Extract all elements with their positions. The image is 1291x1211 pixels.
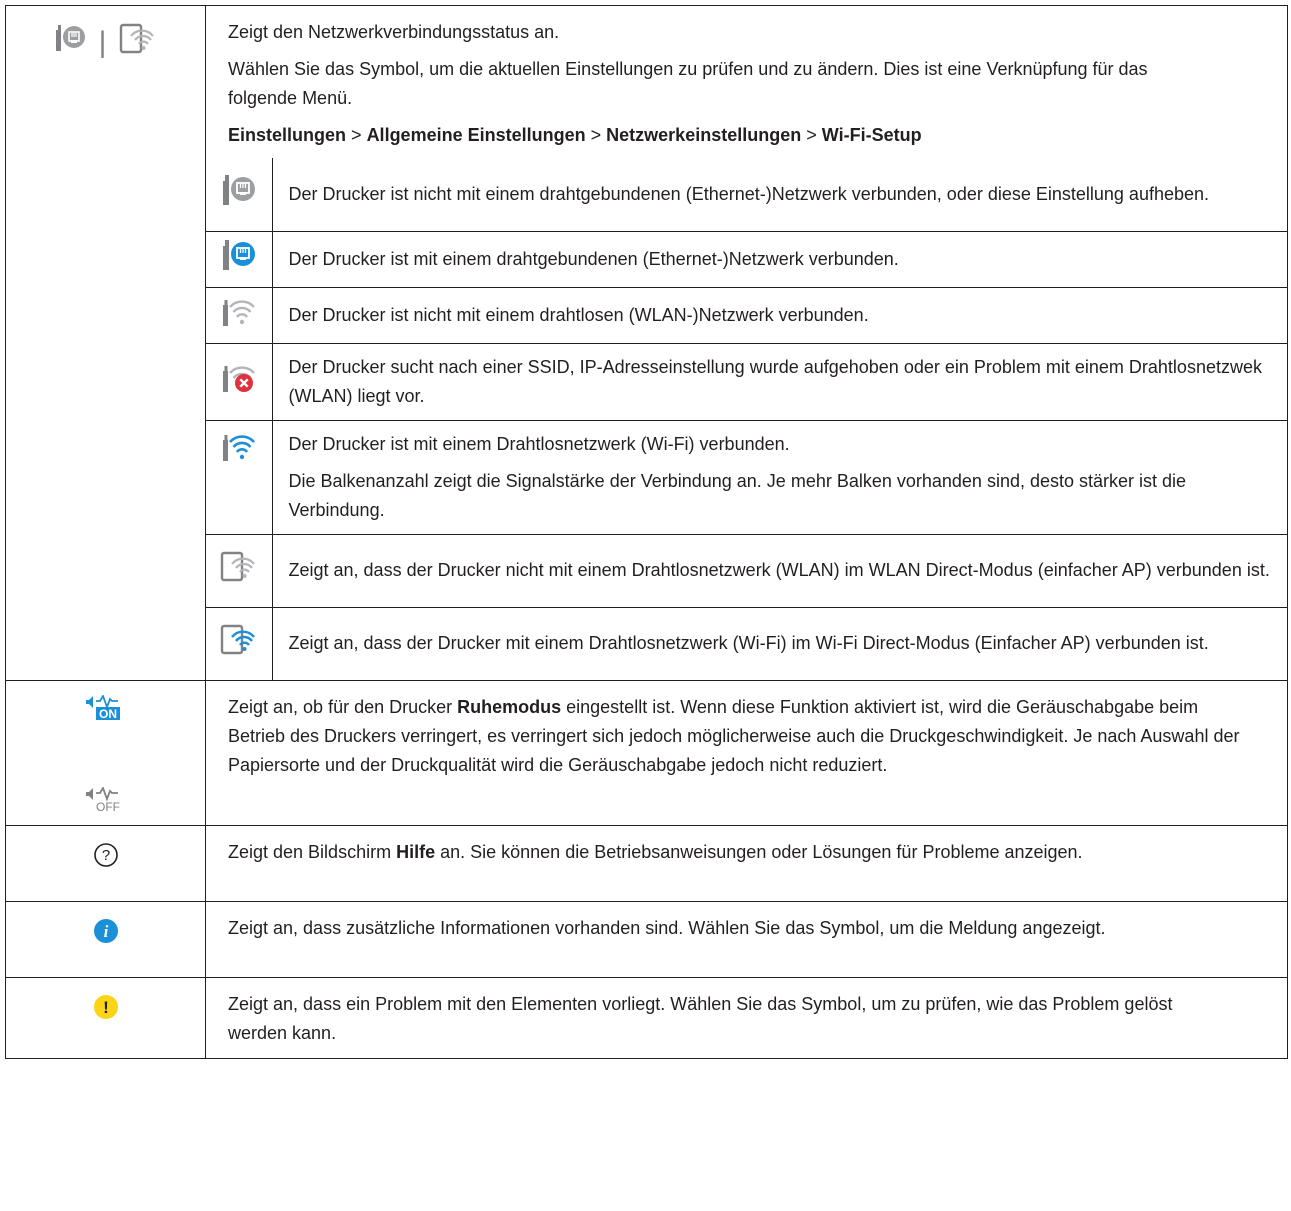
wifi-direct-connected-icon bbox=[220, 623, 258, 664]
network-status-icon-cell bbox=[205, 157, 273, 232]
info-icon: i bbox=[92, 917, 120, 954]
quiet-mode-row: ON OFF Zeigt an, ob für den Drucker Ruhe… bbox=[5, 680, 1288, 826]
wifi-direct-disconnected-icon bbox=[220, 550, 258, 591]
quiet-mode-text: Zeigt an, ob für den Drucker Ruhemodus e… bbox=[228, 693, 1265, 780]
wifi-direct-status-icon bbox=[119, 22, 157, 63]
network-summary-text: Zeigt den Netzwerkverbindungsstatus an. bbox=[228, 22, 560, 42]
network-status-icon-cell bbox=[205, 533, 273, 608]
network-status-text: Zeigt an, dass der Drucker mit einem Dra… bbox=[271, 606, 1288, 681]
network-status-text: Der Drucker ist nicht mit einem drahtgeb… bbox=[271, 157, 1288, 232]
ethernet-connected-icon bbox=[221, 238, 257, 281]
network-status-icon-cell bbox=[205, 230, 273, 288]
warning-row: ! Zeigt an, dass ein Problem mit den Ele… bbox=[5, 977, 1288, 1059]
ethernet-disconnected-icon bbox=[221, 173, 257, 216]
network-intro: Zeigt den Netzwerkverbindungsstatus an. … bbox=[206, 6, 1287, 150]
network-status-icon-cell bbox=[205, 419, 273, 535]
network-status-row-item: Zeigt an, dass der Drucker mit einem Dra… bbox=[205, 606, 1288, 681]
network-status-text: Der Drucker ist mit einem Drahtlosnetzwe… bbox=[288, 433, 790, 454]
help-icon: ? bbox=[93, 842, 119, 877]
quiet-mode-term: Ruhemodus bbox=[457, 697, 562, 717]
help-text-pre: Zeigt den Bildschirm bbox=[228, 842, 397, 862]
warning-icon: ! bbox=[92, 993, 120, 1030]
warning-description-cell: Zeigt an, dass ein Problem mit den Eleme… bbox=[205, 977, 1288, 1059]
quiet-off-label: OFF bbox=[96, 800, 120, 813]
info-text: Zeigt an, dass zusätzliche Informationen… bbox=[228, 918, 1106, 938]
signal-strength-text: Die Balkenanzahl zeigt die Signalstärke … bbox=[288, 470, 1187, 520]
warning-icon-glyph: ! bbox=[103, 998, 109, 1017]
network-icon-cell: | bbox=[5, 5, 206, 681]
menu-path-separator: > bbox=[590, 125, 602, 145]
network-status-row-item: Der Drucker sucht nach einer SSID, IP-Ad… bbox=[205, 342, 1288, 421]
network-status-text: Der Drucker ist mit einem drahtgebundene… bbox=[271, 230, 1288, 288]
icon-reference-table: | Zeigt den Netzwerkverbindungsstatus an… bbox=[5, 5, 1288, 1059]
menu-path-item: Einstellungen bbox=[228, 125, 347, 145]
warning-text: Zeigt an, dass ein Problem mit den Eleme… bbox=[228, 994, 1173, 1043]
menu-path-item: Wi-Fi-Setup bbox=[821, 125, 922, 145]
network-status-row-item: Der Drucker ist mit einem drahtgebundene… bbox=[205, 230, 1288, 288]
info-icon-glyph: i bbox=[103, 922, 108, 941]
network-status-icon-cell bbox=[205, 286, 273, 344]
quiet-mode-on-icon: ON bbox=[6, 693, 205, 723]
network-status-row-item: Zeigt an, dass der Drucker nicht mit ein… bbox=[205, 533, 1288, 608]
network-status-icon-cell bbox=[205, 606, 273, 681]
network-status-text: Zeigt an, dass der Drucker nicht mit ein… bbox=[271, 533, 1288, 608]
network-status-row-item: Der Drucker ist nicht mit einem drahtgeb… bbox=[205, 157, 1288, 232]
menu-path: Einstellungen > Allgemeine Einstellungen… bbox=[228, 121, 1265, 150]
help-description-cell: Zeigt den Bildschirm Hilfe an. Sie könne… bbox=[205, 825, 1288, 902]
warning-icon-cell: ! bbox=[5, 977, 206, 1059]
help-term: Hilfe bbox=[396, 842, 436, 862]
wlan-error-icon bbox=[221, 360, 257, 403]
help-icon-cell: ? bbox=[5, 825, 206, 902]
network-status-icon-cell bbox=[205, 342, 273, 421]
network-status-text: Der Drucker ist nicht mit einem drahtlos… bbox=[271, 286, 1288, 344]
quiet-mode-description-cell: Zeigt an, ob für den Drucker Ruhemodus e… bbox=[205, 680, 1288, 826]
info-row: i Zeigt an, dass zusätzliche Information… bbox=[5, 901, 1288, 978]
menu-path-separator: > bbox=[351, 125, 362, 145]
help-text: Zeigt den Bildschirm Hilfe an. Sie könne… bbox=[228, 838, 1265, 867]
quiet-mode-icon-cell: ON OFF bbox=[5, 680, 206, 826]
menu-path-item: Netzwerkeinstellungen bbox=[606, 125, 802, 145]
network-description-cell: Zeigt den Netzwerkverbindungsstatus an. … bbox=[205, 5, 1288, 681]
network-status-row-item: Der Drucker ist nicht mit einem drahtlos… bbox=[205, 286, 1288, 344]
page: | Zeigt den Netzwerkverbindungsstatus an… bbox=[0, 0, 1291, 1211]
quiet-mode-off-icon: OFF bbox=[6, 785, 205, 815]
icon-separator: | bbox=[98, 25, 107, 59]
info-description-cell: Zeigt an, dass zusätzliche Informationen… bbox=[205, 901, 1288, 978]
quiet-text-pre: Zeigt an, ob für den Drucker bbox=[228, 697, 458, 717]
wlan-disconnected-icon bbox=[221, 294, 257, 337]
info-icon-cell: i bbox=[5, 901, 206, 978]
network-status-table: Der Drucker ist nicht mit einem drahtgeb… bbox=[205, 157, 1288, 681]
network-status-text-cell: Der Drucker ist mit einem Drahtlosnetzwe… bbox=[271, 419, 1288, 535]
menu-path-separator: > bbox=[806, 125, 817, 145]
help-row: ? Zeigt den Bildschirm Hilfe an. Sie kön… bbox=[5, 825, 1288, 902]
network-status-text: Der Drucker sucht nach einer SSID, IP-Ad… bbox=[271, 342, 1288, 421]
wlan-connected-icon bbox=[221, 429, 257, 472]
menu-path-item: Allgemeine Einstellungen bbox=[366, 125, 586, 145]
network-status-row: | Zeigt den Netzwerkverbindungsstatus an… bbox=[5, 5, 1288, 681]
network-shortcut-text: Wählen Sie das Symbol, um die aktuellen … bbox=[228, 59, 1148, 108]
network-status-row-item: Der Drucker ist mit einem Drahtlosnetzwe… bbox=[205, 419, 1288, 535]
quiet-on-label: ON bbox=[99, 707, 117, 721]
ethernet-status-icon bbox=[54, 23, 86, 62]
help-text-post: an. Sie können die Betriebsanweisungen o… bbox=[435, 842, 1083, 862]
help-icon-glyph: ? bbox=[101, 847, 109, 864]
